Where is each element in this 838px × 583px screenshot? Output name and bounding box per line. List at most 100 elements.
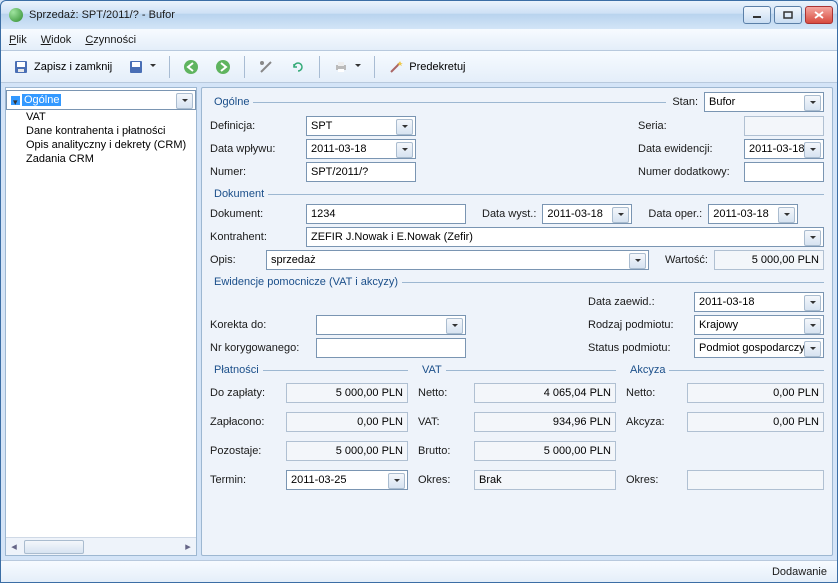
status-text: Dodawanie — [772, 566, 827, 578]
predekretuj-button[interactable]: Predekretuj — [382, 55, 471, 79]
do-zaplaty-label: Do zapłaty: — [210, 387, 280, 399]
forward-button[interactable] — [209, 55, 237, 79]
menu-czynnosci[interactable]: Czynności — [85, 34, 136, 46]
zaplacono-label: Zapłacono: — [210, 416, 280, 428]
data-wplywu-field[interactable]: 2011-03-18 — [306, 139, 416, 159]
scroll-right-icon[interactable]: ▸ — [180, 539, 196, 555]
zaplacono-field: 0,00 PLN — [286, 412, 408, 432]
section-dokument-legend: Dokument — [210, 188, 268, 200]
akcyza-netto-field: 0,00 PLN — [687, 383, 824, 403]
dokument-label: Dokument: — [210, 208, 300, 220]
definicja-label: Definicja: — [210, 120, 300, 132]
vat-brutto-field: 5 000,00 PLN — [474, 441, 616, 461]
data-oper-field[interactable]: 2011-03-18 — [708, 204, 798, 224]
expand-icon[interactable] — [11, 96, 20, 105]
menubar: Plik Widok Czynności — [1, 29, 837, 51]
akcyza-akcyza-label: Akcyza: — [626, 416, 681, 428]
numer-dodatkowy-field[interactable] — [744, 162, 824, 182]
akcyza-netto-label: Netto: — [626, 387, 681, 399]
vat-netto-label: Netto: — [418, 387, 468, 399]
maximize-button[interactable] — [774, 6, 802, 24]
nav-tree[interactable]: Ogólne VAT Dane kontrahenta i płatności … — [6, 88, 196, 537]
do-zaplaty-field: 5 000,00 PLN — [286, 383, 408, 403]
section-ogolne-legend: Ogólne — [210, 96, 253, 108]
vat-vat-field: 934,96 PLN — [474, 412, 616, 432]
dropdown-icon[interactable] — [149, 59, 156, 75]
close-button[interactable] — [805, 6, 833, 24]
tools-button[interactable] — [252, 55, 280, 79]
refresh-icon — [290, 59, 306, 75]
termin-field[interactable]: 2011-03-25 — [286, 470, 408, 490]
stan-label: Stan: — [672, 96, 698, 108]
opis-label: Opis: — [210, 254, 260, 266]
save-close-button[interactable]: Zapisz i zamknij — [7, 55, 118, 79]
akcyza-akcyza-field: 0,00 PLN — [687, 412, 824, 432]
sidebar-item-opis-analityczny[interactable]: Opis analityczny i dekrety (CRM) — [6, 138, 196, 152]
rodzaj-podmiotu-label: Rodzaj podmiotu: — [588, 319, 688, 331]
vat-okres-label: Okres: — [418, 474, 468, 486]
window-title: Sprzedaż: SPT/2011/? - Bufor — [29, 9, 743, 21]
save-button[interactable] — [122, 55, 162, 79]
statusbar: Dodawanie — [1, 560, 837, 582]
korekta-select[interactable] — [316, 315, 466, 335]
pozostaje-field: 5 000,00 PLN — [286, 441, 408, 461]
menu-widok[interactable]: Widok — [41, 34, 72, 46]
minimize-button[interactable] — [743, 6, 771, 24]
sidebar-item-ogolne[interactable]: Ogólne — [6, 90, 196, 110]
refresh-button[interactable] — [284, 55, 312, 79]
toolbar: Zapisz i zamknij Predekretuj — [1, 51, 837, 83]
separator — [374, 56, 375, 78]
print-button[interactable] — [327, 55, 367, 79]
status-podmiotu-label: Status podmiotu: — [588, 342, 688, 354]
kontrahent-select[interactable]: ZEFIR J.Nowak i E.Nowak (Zefir) — [306, 227, 824, 247]
numer-field[interactable]: SPT/2011/? — [306, 162, 416, 182]
section-platnosci-legend: Płatności — [210, 364, 263, 376]
seria-field — [744, 116, 824, 136]
printer-icon — [333, 59, 349, 75]
data-ewidencji-field[interactable]: 2011-03-18 — [744, 139, 824, 159]
vat-vat-label: VAT: — [418, 416, 468, 428]
sidebar-item-vat[interactable]: VAT — [6, 110, 196, 124]
opis-select[interactable]: sprzedaż — [266, 250, 649, 270]
titlebar: Sprzedaż: SPT/2011/? - Bufor — [1, 1, 837, 29]
data-wplywu-label: Data wpływu: — [210, 143, 300, 155]
sidebar-item-dane-kontrahenta[interactable]: Dane kontrahenta i płatności — [6, 124, 196, 138]
vat-okres-field: Brak — [474, 470, 616, 490]
nr-korygowanego-field[interactable] — [316, 338, 466, 358]
data-zaewid-label: Data zaewid.: — [588, 296, 688, 308]
vat-netto-field: 4 065,04 PLN — [474, 383, 616, 403]
separator — [319, 56, 320, 78]
section-akcyza-legend: Akcyza — [626, 364, 669, 376]
data-wyst-field[interactable]: 2011-03-18 — [542, 204, 632, 224]
arrow-right-icon — [215, 59, 231, 75]
nr-korygowanego-label: Nr korygowanego: — [210, 342, 310, 354]
akcyza-okres-label: Okres: — [626, 474, 681, 486]
dropdown-icon[interactable] — [354, 59, 361, 75]
wand-icon — [388, 59, 404, 75]
tools-icon — [258, 59, 274, 75]
dokument-field[interactable]: 1234 — [306, 204, 466, 224]
scroll-left-icon[interactable]: ◂ — [6, 539, 22, 555]
data-ewidencji-label: Data ewidencji: — [638, 143, 738, 155]
rodzaj-podmiotu-select[interactable]: Krajowy — [694, 315, 824, 335]
termin-label: Termin: — [210, 474, 280, 486]
scroll-thumb[interactable] — [24, 540, 84, 554]
pozostaje-label: Pozostaje: — [210, 445, 280, 457]
definicja-select[interactable]: SPT — [306, 116, 416, 136]
stan-select[interactable]: Bufor — [704, 92, 824, 112]
kontrahent-label: Kontrahent: — [210, 231, 300, 243]
horizontal-scrollbar[interactable]: ◂ ▸ — [6, 537, 196, 555]
main-panel: Ogólne Stan: Bufor Definicja: SPT Seria:… — [201, 87, 833, 556]
sidebar-item-zadania-crm[interactable]: Zadania CRM — [6, 152, 196, 166]
section-vat-legend: VAT — [418, 364, 446, 376]
arrow-left-icon — [183, 59, 199, 75]
predekretuj-label: Predekretuj — [409, 61, 465, 73]
app-icon — [9, 8, 23, 22]
menu-plik[interactable]: Plik — [9, 34, 27, 46]
vat-brutto-label: Brutto: — [418, 445, 468, 457]
back-button[interactable] — [177, 55, 205, 79]
data-zaewid-field[interactable]: 2011-03-18 — [694, 292, 824, 312]
status-podmiotu-select[interactable]: Podmiot gospodarczy — [694, 338, 824, 358]
window: Sprzedaż: SPT/2011/? - Bufor Plik Widok … — [0, 0, 838, 583]
separator — [169, 56, 170, 78]
